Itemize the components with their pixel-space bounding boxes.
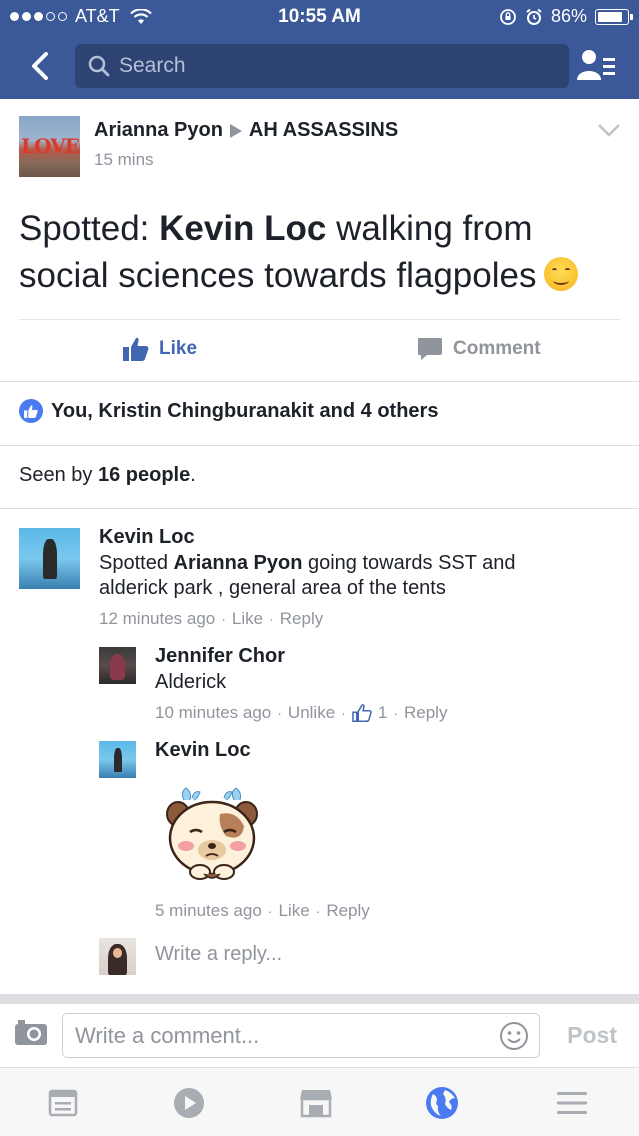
post-options-button[interactable] [597,123,621,142]
reply-like-count[interactable]: 1 [378,703,387,723]
app-header: AT&T 10:55 AM 86% Search [0,0,639,99]
marketplace-icon [300,1090,332,1118]
reply-reply-button[interactable]: Reply [404,703,447,723]
divider [0,994,639,1004]
write-reply-input[interactable]: Write a reply... [155,943,282,966]
comment-label: Comment [453,338,541,359]
post-body: Spotted: Kevin Loc walking from social s… [19,205,619,299]
post-author[interactable]: Arianna Pyon [94,119,223,142]
comment-meta: 12 minutes ago · Like · Reply [99,609,324,629]
tab-video[interactable] [172,1086,206,1120]
reply-author[interactable]: Jennifer Chor [155,645,285,668]
reply-time[interactable]: 10 minutes ago [155,703,271,723]
battery-icon [595,8,633,25]
friends-icon [577,50,615,80]
reply-time[interactable]: 5 minutes ago [155,901,262,921]
tab-bar [0,1067,639,1136]
avatar[interactable] [19,528,80,589]
smile-icon [500,1022,528,1050]
back-button[interactable] [20,46,60,86]
rotation-lock-icon [500,8,516,25]
tab-menu[interactable] [555,1086,589,1120]
seen-suffix: . [190,464,196,486]
reply-meta: 10 minutes ago · Unlike · 1 · Reply [155,703,448,723]
divider [0,381,639,382]
tagged-name[interactable]: Arianna Pyon [174,552,303,574]
reply-author[interactable]: Kevin Loc [155,739,251,762]
camera-button[interactable] [14,1018,48,1051]
alarm-icon [526,8,542,25]
reactions-summary[interactable]: You, Kristin Chingburanakit and 4 others [19,399,438,423]
post-text-prefix: Spotted: [19,209,160,248]
chevron-down-icon [598,124,620,137]
comment-input[interactable]: Write a comment... [62,1013,540,1058]
comment-reply-button[interactable]: Reply [280,609,323,629]
reply-body: Alderick [155,671,227,693]
emoji-button[interactable] [499,1021,529,1057]
divider [0,508,639,509]
tab-notifications[interactable] [425,1086,459,1120]
comment-author[interactable]: Kevin Loc [99,526,195,549]
globe-icon [426,1087,458,1119]
comment-body: Spotted Arianna Pyon going towards SST a… [99,551,579,601]
chevron-left-icon [32,52,48,80]
like-button[interactable]: Like [123,337,197,361]
sticker-bear-crying[interactable] [164,786,260,884]
menu-icon [557,1092,587,1114]
smiling-face-icon [544,257,579,291]
comment-bubble-icon [418,338,442,360]
post-button[interactable]: Post [567,1022,617,1049]
reply-like-button[interactable]: Like [278,901,309,921]
post-group[interactable]: AH ASSASSINS [249,119,398,142]
post-time[interactable]: 15 mins [94,150,154,170]
triangle-right-icon [229,123,242,138]
comment-like-button[interactable]: Like [232,609,263,629]
unlike-button[interactable]: Unlike [288,703,335,723]
comment-time[interactable]: 12 minutes ago [99,609,215,629]
status-bar: AT&T 10:55 AM 86% [0,0,639,34]
post-author-line: Arianna Pyon AH ASSASSINS [94,119,398,142]
post-actions: Like Comment [0,321,639,381]
news-feed-icon [48,1089,78,1117]
tab-marketplace[interactable] [299,1086,333,1120]
comment-composer: Write a comment... Post [0,1004,639,1067]
like-label: Like [159,338,198,359]
battery-percent: 86% [550,6,587,26]
seen-count: 16 people [97,464,191,486]
post-header: LOVE Arianna Pyon AH ASSASSINS 15 mins [0,99,639,191]
avatar [99,938,136,975]
video-icon [174,1088,204,1118]
comment-placeholder: Write a comment... [75,1022,260,1048]
friend-requests-button[interactable] [577,48,617,84]
thumbs-up-icon [123,337,149,361]
divider [19,319,620,320]
reactions-text: You, Kristin Chingburanakit and 4 others [51,399,439,422]
like-reaction-icon [19,399,43,423]
search-icon [88,55,110,77]
seen-by[interactable]: Seen by 16 people. [19,464,196,487]
nav-bar: Search [0,34,639,99]
comment-button[interactable]: Comment [417,337,541,361]
thumbs-up-icon [352,704,372,722]
group-avatar[interactable]: LOVE [19,116,80,177]
status-right: 86% [499,6,633,27]
avatar[interactable] [99,741,136,778]
avatar[interactable] [99,647,136,684]
divider [0,445,639,446]
seen-prefix: Seen by [19,464,98,486]
search-placeholder: Search [119,54,186,77]
comment-text-prefix: Spotted [99,552,174,574]
tagged-name[interactable]: Kevin Loc [159,209,326,248]
reply-meta: 5 minutes ago · Like · Reply [155,901,370,921]
tab-news-feed[interactable] [46,1086,80,1120]
reply-reply-button[interactable]: Reply [326,901,369,921]
camera-icon [15,1020,47,1045]
search-input[interactable]: Search [75,44,569,88]
